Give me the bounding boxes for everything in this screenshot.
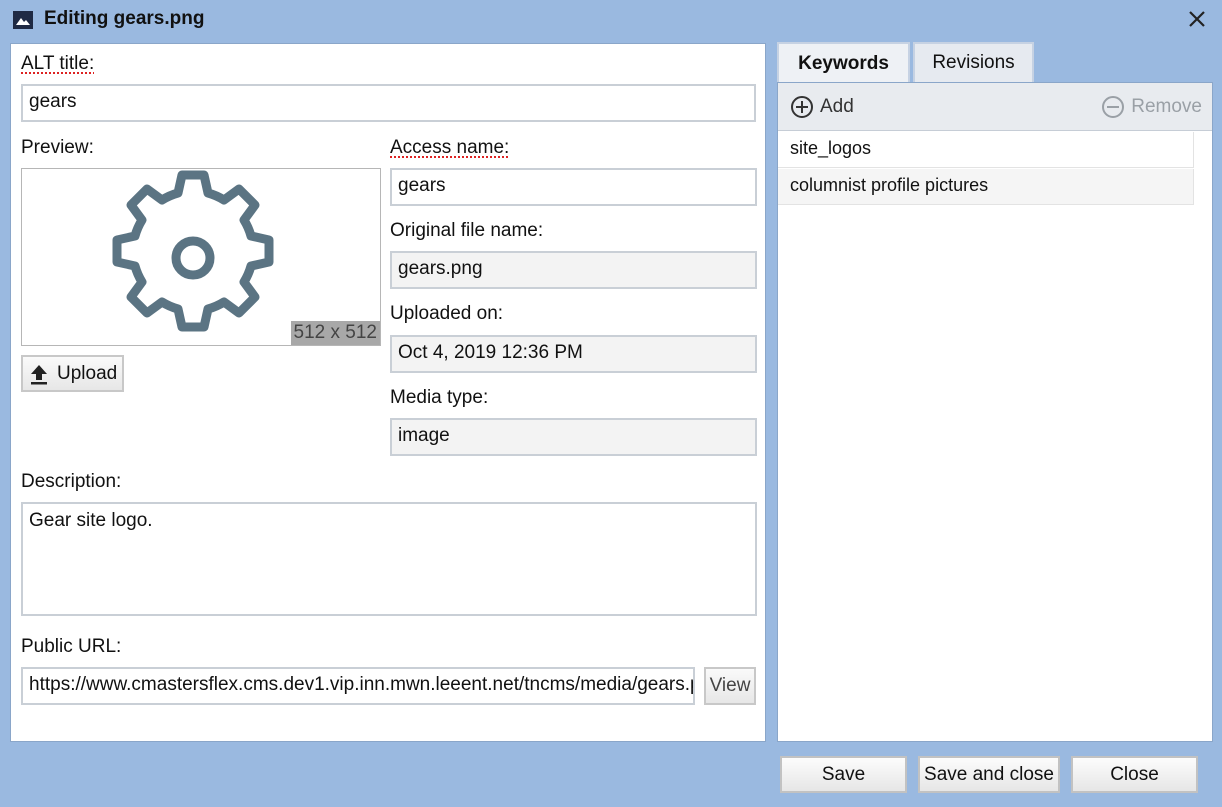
alt-title-label: ALT title:	[21, 53, 95, 74]
uploaded-on-field: Oct 4, 2019 12:36 PM	[390, 335, 757, 373]
remove-label: Remove	[1131, 96, 1202, 117]
plus-circle-icon	[791, 96, 813, 118]
public-url-field[interactable]: https://www.cmastersflex.cms.dev1.vip.in…	[21, 667, 695, 705]
close-button[interactable]: Close	[1071, 756, 1198, 793]
remove-keyword-button[interactable]: Remove	[1101, 95, 1202, 119]
uploaded-on-label: Uploaded on:	[390, 303, 504, 324]
keywords-panel: Keywords Revisions Add Remove site_logos…	[777, 42, 1213, 742]
access-name-input[interactable]: gears	[390, 168, 757, 206]
image-icon	[13, 11, 33, 29]
media-type-label: Media type:	[390, 387, 489, 408]
keywords-body: Add Remove site_logos columnist profile …	[777, 82, 1213, 742]
add-label: Add	[820, 96, 854, 117]
public-url-label: Public URL:	[21, 636, 122, 657]
media-form-panel: ALT title: gears Preview: 512 x 512 Uplo…	[10, 43, 766, 742]
view-button[interactable]: View	[704, 667, 756, 705]
preview-label: Preview:	[21, 137, 94, 158]
keyword-row[interactable]: site_logos	[778, 132, 1194, 168]
add-keyword-button[interactable]: Add	[790, 95, 854, 119]
gear-icon	[112, 170, 274, 332]
keywords-toolbar: Add Remove	[778, 83, 1212, 131]
save-and-close-button[interactable]: Save and close	[918, 756, 1060, 793]
alt-title-input[interactable]: gears	[21, 84, 756, 122]
close-icon[interactable]	[1186, 8, 1208, 30]
upload-arrow-icon	[31, 364, 47, 384]
original-file-name-label: Original file name:	[390, 220, 544, 241]
title-bar: Editing gears.png	[0, 0, 1222, 40]
media-type-field: image	[390, 418, 757, 456]
upload-button[interactable]: Upload	[21, 355, 124, 392]
upload-label: Upload	[57, 362, 118, 384]
access-name-label: Access name:	[390, 137, 510, 158]
description-label: Description:	[21, 471, 122, 492]
description-textarea[interactable]: Gear site logo.	[21, 502, 757, 616]
keyword-row[interactable]: columnist profile pictures	[778, 169, 1194, 205]
image-preview: 512 x 512	[21, 168, 381, 346]
tab-keywords[interactable]: Keywords	[777, 42, 910, 83]
minus-circle-icon	[1102, 96, 1125, 118]
original-file-name-field: gears.png	[390, 251, 757, 289]
tab-revisions[interactable]: Revisions	[913, 42, 1034, 82]
save-button[interactable]: Save	[780, 756, 907, 793]
image-dimensions: 512 x 512	[290, 321, 380, 345]
window-title: Editing gears.png	[44, 8, 205, 29]
